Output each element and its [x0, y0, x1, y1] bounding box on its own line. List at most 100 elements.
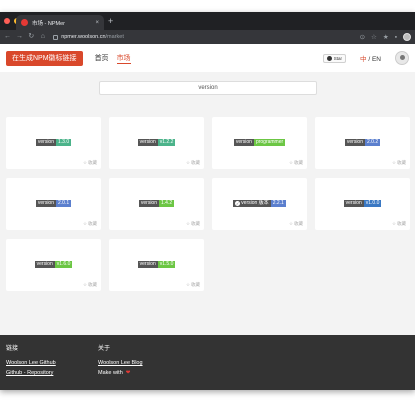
back-icon[interactable]: ← — [4, 30, 11, 44]
badge-card[interactable]: ✓ version 版本 2.2.1 ☆ 收藏 — [212, 178, 307, 230]
site-footer: 链接 Woolson Lee Github Github - Repositor… — [0, 335, 415, 390]
header-actions: Star 中 / EN — [322, 51, 409, 65]
collect-button[interactable]: ☆ 收藏 — [289, 160, 303, 166]
github-icon — [326, 55, 332, 61]
badge-label-text: version — [235, 139, 252, 145]
market-main: version version 1.3.0 ☆ 收藏 version v1.2.2 ☆ 收藏 v… — [0, 72, 415, 335]
star-label: Star — [333, 55, 343, 61]
footer-link-repository[interactable]: Github - Repository — [6, 370, 56, 376]
collect-button[interactable]: ☆ 收藏 — [83, 282, 97, 288]
nav-market[interactable]: 市场 — [116, 53, 131, 64]
tab-strip: 市场 - NPMer × + — [0, 12, 415, 30]
collect-button[interactable]: ☆ 收藏 — [392, 221, 406, 227]
home-icon[interactable]: ⌂ — [40, 30, 47, 44]
github-star-button[interactable]: Star — [322, 53, 347, 63]
star-outline-icon: ☆ — [288, 221, 293, 226]
new-tab-button[interactable]: + — [108, 15, 113, 27]
badge-label: version — [138, 200, 159, 207]
badge-label: version — [137, 261, 158, 268]
badge-label-text: version — [345, 200, 362, 206]
star-outline-icon: ☆ — [82, 160, 87, 165]
badge-label: version — [343, 200, 364, 207]
extensions-puzzle-icon[interactable]: ▪ — [395, 34, 397, 41]
badge-label-text: version — [37, 139, 54, 145]
address-toolbar: ← → ↻ ⌂ npmer.woolson.cn/market ⊙ ☆ ★ ▪ — [0, 30, 415, 44]
footer-links-title: 链接 — [6, 346, 19, 352]
star-outline-icon: ☆ — [185, 221, 190, 226]
browser-window: 市场 - NPMer × + ← → ↻ ⌂ npmer.woolson.cn/… — [0, 12, 415, 390]
collect-button[interactable]: ☆ 收藏 — [83, 221, 97, 227]
extension-icon[interactable]: ★ — [383, 33, 389, 41]
collect-label: 收藏 — [191, 221, 200, 226]
badge-card[interactable]: version v1.0.0 ☆ 收藏 — [315, 178, 410, 230]
badge-card[interactable]: version v1.6.0 ☆ 收藏 — [6, 239, 101, 291]
badge-card[interactable]: version 2.0.2 ☆ 收藏 — [315, 117, 410, 169]
badge-label-text: version — [346, 139, 363, 145]
star-outline-icon: ☆ — [185, 160, 190, 165]
lock-icon — [53, 34, 59, 40]
footer-link-github[interactable]: Woolson Lee Github — [6, 360, 56, 366]
badge-label: version — [137, 139, 158, 146]
search-input[interactable]: version — [99, 81, 317, 95]
close-window-button[interactable] — [4, 18, 10, 24]
collect-label: 收藏 — [88, 221, 97, 226]
footer-about-column: 关于 Woolson Lee Blog Make with ❤ — [98, 343, 143, 376]
footer-link-blog[interactable]: Woolson Lee Blog — [98, 360, 143, 366]
made-with-text: Make with ❤ — [98, 370, 143, 376]
badge-label: version — [233, 139, 254, 146]
profile-avatar[interactable] — [403, 33, 411, 41]
site-header: 在生成NPM徽标链接 首页 市场 Star 中 / EN — [0, 44, 415, 72]
language-switch[interactable]: 中 / EN — [360, 53, 381, 63]
toolbar-actions: ⊙ ☆ ★ ▪ — [360, 33, 411, 41]
badge-card[interactable]: version v1.2.2 ☆ 收藏 — [109, 117, 204, 169]
badge-value: 1.3.0 — [56, 139, 72, 146]
npm-badge: version 2.0.1 — [6, 200, 101, 207]
badge-card[interactable]: version 1.4.2 ☆ 收藏 — [109, 178, 204, 230]
bookmark-star-icon[interactable]: ☆ — [371, 33, 377, 41]
footer-about-title: 关于 — [98, 346, 111, 352]
url-host: npmer.woolson.cn — [61, 34, 106, 40]
reload-icon[interactable]: ↻ — [28, 30, 35, 44]
tab-close-icon[interactable]: × — [95, 20, 99, 26]
tab-title: 市场 - NPMer — [32, 20, 66, 27]
npm-badge: version v1.0.0 — [315, 200, 410, 207]
badge-label: ✓ version 版本 — [233, 200, 271, 207]
npm-badge: version 1.3.0 — [6, 139, 101, 146]
npm-badge: version v1.2.2 — [109, 139, 204, 146]
collect-button[interactable]: ☆ 收藏 — [289, 221, 303, 227]
url-text: npmer.woolson.cn/market — [61, 34, 124, 40]
search-value: version — [198, 85, 218, 91]
nav-home[interactable]: 首页 — [95, 53, 109, 64]
badge-value: v1.6.0 — [54, 261, 73, 268]
browser-tab[interactable]: 市场 - NPMer × — [16, 15, 104, 30]
badge-card[interactable]: version v1.5.0 ☆ 收藏 — [109, 239, 204, 291]
badge-label-text: version — [139, 261, 156, 267]
site-settings-icon[interactable]: ⊙ — [360, 33, 365, 41]
collect-button[interactable]: ☆ 收藏 — [186, 282, 200, 288]
badge-value: v1.0.0 — [363, 200, 382, 207]
lang-en[interactable]: EN — [372, 56, 381, 63]
heart-icon: ❤ — [125, 370, 131, 376]
generate-badge-button[interactable]: 在生成NPM徽标链接 — [6, 50, 83, 66]
badge-card[interactable]: version 1.3.0 ☆ 收藏 — [6, 117, 101, 169]
star-outline-icon: ☆ — [82, 282, 87, 287]
user-avatar[interactable] — [395, 51, 409, 65]
collect-label: 收藏 — [294, 160, 303, 165]
collect-label: 收藏 — [191, 282, 200, 287]
collect-button[interactable]: ☆ 收藏 — [186, 160, 200, 166]
badge-card[interactable]: version 2.0.1 ☆ 收藏 — [6, 178, 101, 230]
badge-card[interactable]: version programmer ☆ 收藏 — [212, 117, 307, 169]
badge-label-text: version — [36, 261, 53, 267]
star-outline-icon: ☆ — [288, 160, 293, 165]
check-circle-icon: ✓ — [235, 201, 241, 206]
npm-badge: version programmer — [212, 139, 307, 146]
badge-value: v1.5.0 — [157, 261, 176, 268]
badge-value: programmer — [253, 139, 286, 146]
badge-label-text: version 版本 — [241, 200, 269, 206]
collect-button[interactable]: ☆ 收藏 — [392, 160, 406, 166]
address-bar[interactable]: npmer.woolson.cn/market — [53, 32, 354, 42]
collect-button[interactable]: ☆ 收藏 — [83, 160, 97, 166]
badge-value: 1.4.2 — [159, 200, 175, 207]
forward-icon[interactable]: → — [16, 30, 23, 44]
collect-button[interactable]: ☆ 收藏 — [186, 221, 200, 227]
